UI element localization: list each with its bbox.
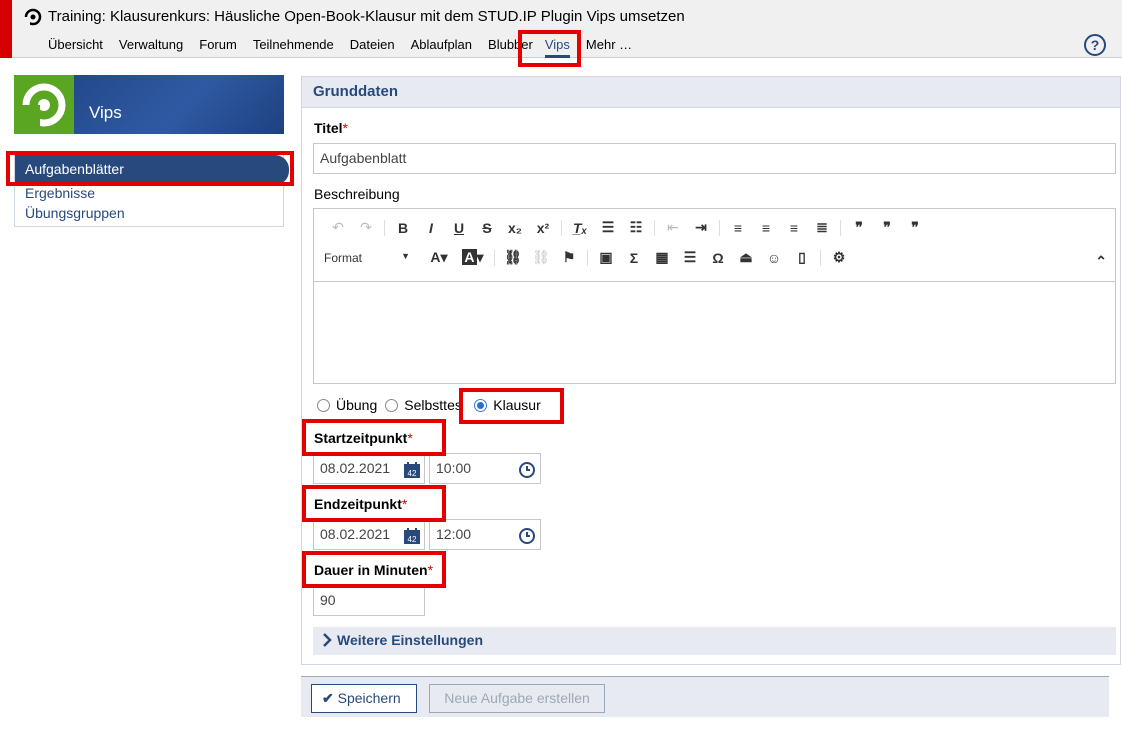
nav-schedule[interactable]: Ablaufplan <box>411 37 472 58</box>
nav-verwaltung[interactable]: Verwaltung <box>119 37 183 58</box>
course-icon <box>24 8 42 26</box>
calendar-icon[interactable]: 42 <box>404 528 420 544</box>
end-time-input[interactable]: 12:00 <box>429 519 541 550</box>
undo-icon[interactable]: ↶ <box>324 219 352 236</box>
sidebar-nav: Aufgabenblätter Ergebnisse Übungsgruppen <box>14 152 289 227</box>
start-date-input[interactable]: 08.02.2021 42 <box>313 453 425 484</box>
nav-files[interactable]: Dateien <box>350 37 395 58</box>
title-label: Titel* <box>314 120 348 136</box>
smiley-icon[interactable]: ☺ <box>760 250 788 266</box>
strikethrough-icon[interactable]: S <box>473 220 501 236</box>
clock-icon[interactable] <box>519 462 535 478</box>
radio-uebung[interactable] <box>317 398 330 412</box>
title-input[interactable]: Aufgabenblatt <box>313 143 1116 174</box>
form-footer: ✔ Speichern Neue Aufgabe erstellen <box>301 676 1109 717</box>
text-color-icon[interactable]: A▾ <box>422 249 456 266</box>
background-color-icon[interactable]: A ▾ <box>456 249 490 266</box>
sidebar-item-aufgabenblaetter[interactable]: Aufgabenblätter <box>15 155 289 185</box>
collapse-toolbar-icon[interactable]: ⌃ <box>1095 253 1107 270</box>
split-quote-icon[interactable]: ❞ <box>873 219 901 236</box>
nav-forum[interactable]: Forum <box>199 37 237 58</box>
editor-toolbar: ↶ ↷ B I U S x₂ x² T̲ₓ ☰ ☷ ⇤ ⇥ ≡ ≡ ≡ ≣ ❞ … <box>314 209 1115 282</box>
grunddaten-panel: Grunddaten Titel* Aufgabenblatt Beschrei… <box>301 76 1121 665</box>
nav-blubber[interactable]: Blubber <box>488 37 533 58</box>
course-nav: Übersicht Verwaltung Forum Teilnehmende … <box>48 37 648 58</box>
bullet-list-icon[interactable]: ☷ <box>622 219 650 236</box>
vips-logo-icon <box>22 83 66 127</box>
section-title: Grunddaten <box>302 77 1120 108</box>
check-icon: ✔ <box>322 690 334 706</box>
vips-title: Vips <box>89 103 122 122</box>
indent-icon[interactable]: ⇥ <box>687 219 715 236</box>
toolbar-row-2: Format ▼ A▾ A ▾ ⛓ ⛓ ⚑ ▣ Σ ▦ ☰ Ω ⏏ ☺ ▯ ⚙ <box>324 249 853 266</box>
special-char-icon[interactable]: Ω <box>704 250 732 266</box>
radio-uebung-label: Übung <box>336 397 378 413</box>
end-label: Endzeitpunkt* <box>314 496 408 512</box>
save-button[interactable]: ✔ Speichern <box>311 684 417 713</box>
link-icon[interactable]: ⛓ <box>499 249 527 266</box>
end-date-input[interactable]: 08.02.2021 42 <box>313 519 425 550</box>
nav-participants[interactable]: Teilnehmende <box>253 37 334 58</box>
sidebar-item-ergebnisse[interactable]: Ergebnisse <box>25 185 95 201</box>
start-label: Startzeitpunkt* <box>314 430 413 446</box>
math-icon[interactable]: Σ <box>620 250 648 266</box>
top-header: Training: Klausurenkurs: Häusliche Open-… <box>0 0 1122 58</box>
source-icon[interactable]: ▯ <box>788 249 816 266</box>
underline-icon[interactable]: U <box>445 220 473 236</box>
duration-label: Dauer in Minuten* <box>314 562 434 578</box>
brand-bar <box>0 0 12 58</box>
anchor-flag-icon[interactable]: ⚑ <box>555 249 583 266</box>
format-select[interactable]: Format ▼ <box>324 251 414 265</box>
type-radio-group: Übung Selbsttest Klausur <box>317 397 541 413</box>
radio-klausur[interactable] <box>474 398 488 412</box>
nav-more[interactable]: Mehr … <box>586 37 632 58</box>
nav-vips[interactable]: Vips <box>544 37 570 58</box>
subscript-icon[interactable]: x₂ <box>501 220 529 236</box>
description-label: Beschreibung <box>314 186 400 202</box>
nav-overview[interactable]: Übersicht <box>48 37 103 58</box>
help-icon[interactable]: ? <box>1084 34 1106 56</box>
justify-icon[interactable]: ≣ <box>808 219 836 236</box>
radio-selbsttest[interactable] <box>385 398 399 412</box>
vips-logo <box>14 75 74 134</box>
settings-gears-icon[interactable]: ⚙ <box>825 249 853 266</box>
align-center-icon[interactable]: ≡ <box>752 220 780 236</box>
svg-text:42: 42 <box>408 469 417 478</box>
unlink-icon[interactable]: ⛓ <box>527 249 555 266</box>
superscript-icon[interactable]: x² <box>529 220 557 236</box>
start-time-input[interactable]: 10:00 <box>429 453 541 484</box>
radio-klausur-label: Klausur <box>493 397 541 413</box>
horizontal-line-icon[interactable]: ☰ <box>676 249 704 266</box>
align-right-icon[interactable]: ≡ <box>780 220 808 236</box>
remove-quote-icon[interactable]: ❞ <box>901 219 929 236</box>
italic-icon[interactable]: I <box>417 220 445 236</box>
calendar-icon[interactable]: 42 <box>404 462 420 478</box>
page-title: Training: Klausurenkurs: Häusliche Open-… <box>48 8 685 25</box>
bold-icon[interactable]: B <box>389 220 417 236</box>
duration-input[interactable]: 90 <box>313 585 425 616</box>
vips-banner: Vips <box>14 75 284 134</box>
description-editor: ↶ ↷ B I U S x₂ x² T̲ₓ ☰ ☷ ⇤ ⇥ ≡ ≡ ≡ ≣ ❞ … <box>313 208 1116 384</box>
toolbar-row-1: ↶ ↷ B I U S x₂ x² T̲ₓ ☰ ☷ ⇤ ⇥ ≡ ≡ ≡ ≣ ❞ … <box>324 219 929 236</box>
numbered-list-icon[interactable]: ☰ <box>594 219 622 236</box>
radio-selbsttest-label: Selbsttest <box>404 397 461 413</box>
image-icon[interactable]: ▣ <box>592 249 620 266</box>
align-left-icon[interactable]: ≡ <box>724 220 752 236</box>
code-block-icon[interactable]: ⏏ <box>732 249 760 266</box>
svg-text:42: 42 <box>408 535 417 544</box>
remove-format-icon[interactable]: T̲ₓ <box>566 220 594 236</box>
redo-icon[interactable]: ↷ <box>352 219 380 236</box>
table-icon[interactable]: ▦ <box>648 249 676 266</box>
new-task-button[interactable]: Neue Aufgabe erstellen <box>429 684 605 713</box>
chevron-right-icon <box>323 633 332 647</box>
outdent-icon[interactable]: ⇤ <box>659 219 687 236</box>
clock-icon[interactable] <box>519 528 535 544</box>
sidebar-item-uebungsgruppen[interactable]: Übungsgruppen <box>25 205 125 221</box>
blockquote-icon[interactable]: ❞ <box>845 219 873 236</box>
more-settings-toggle[interactable]: Weitere Einstellungen <box>313 627 1116 655</box>
